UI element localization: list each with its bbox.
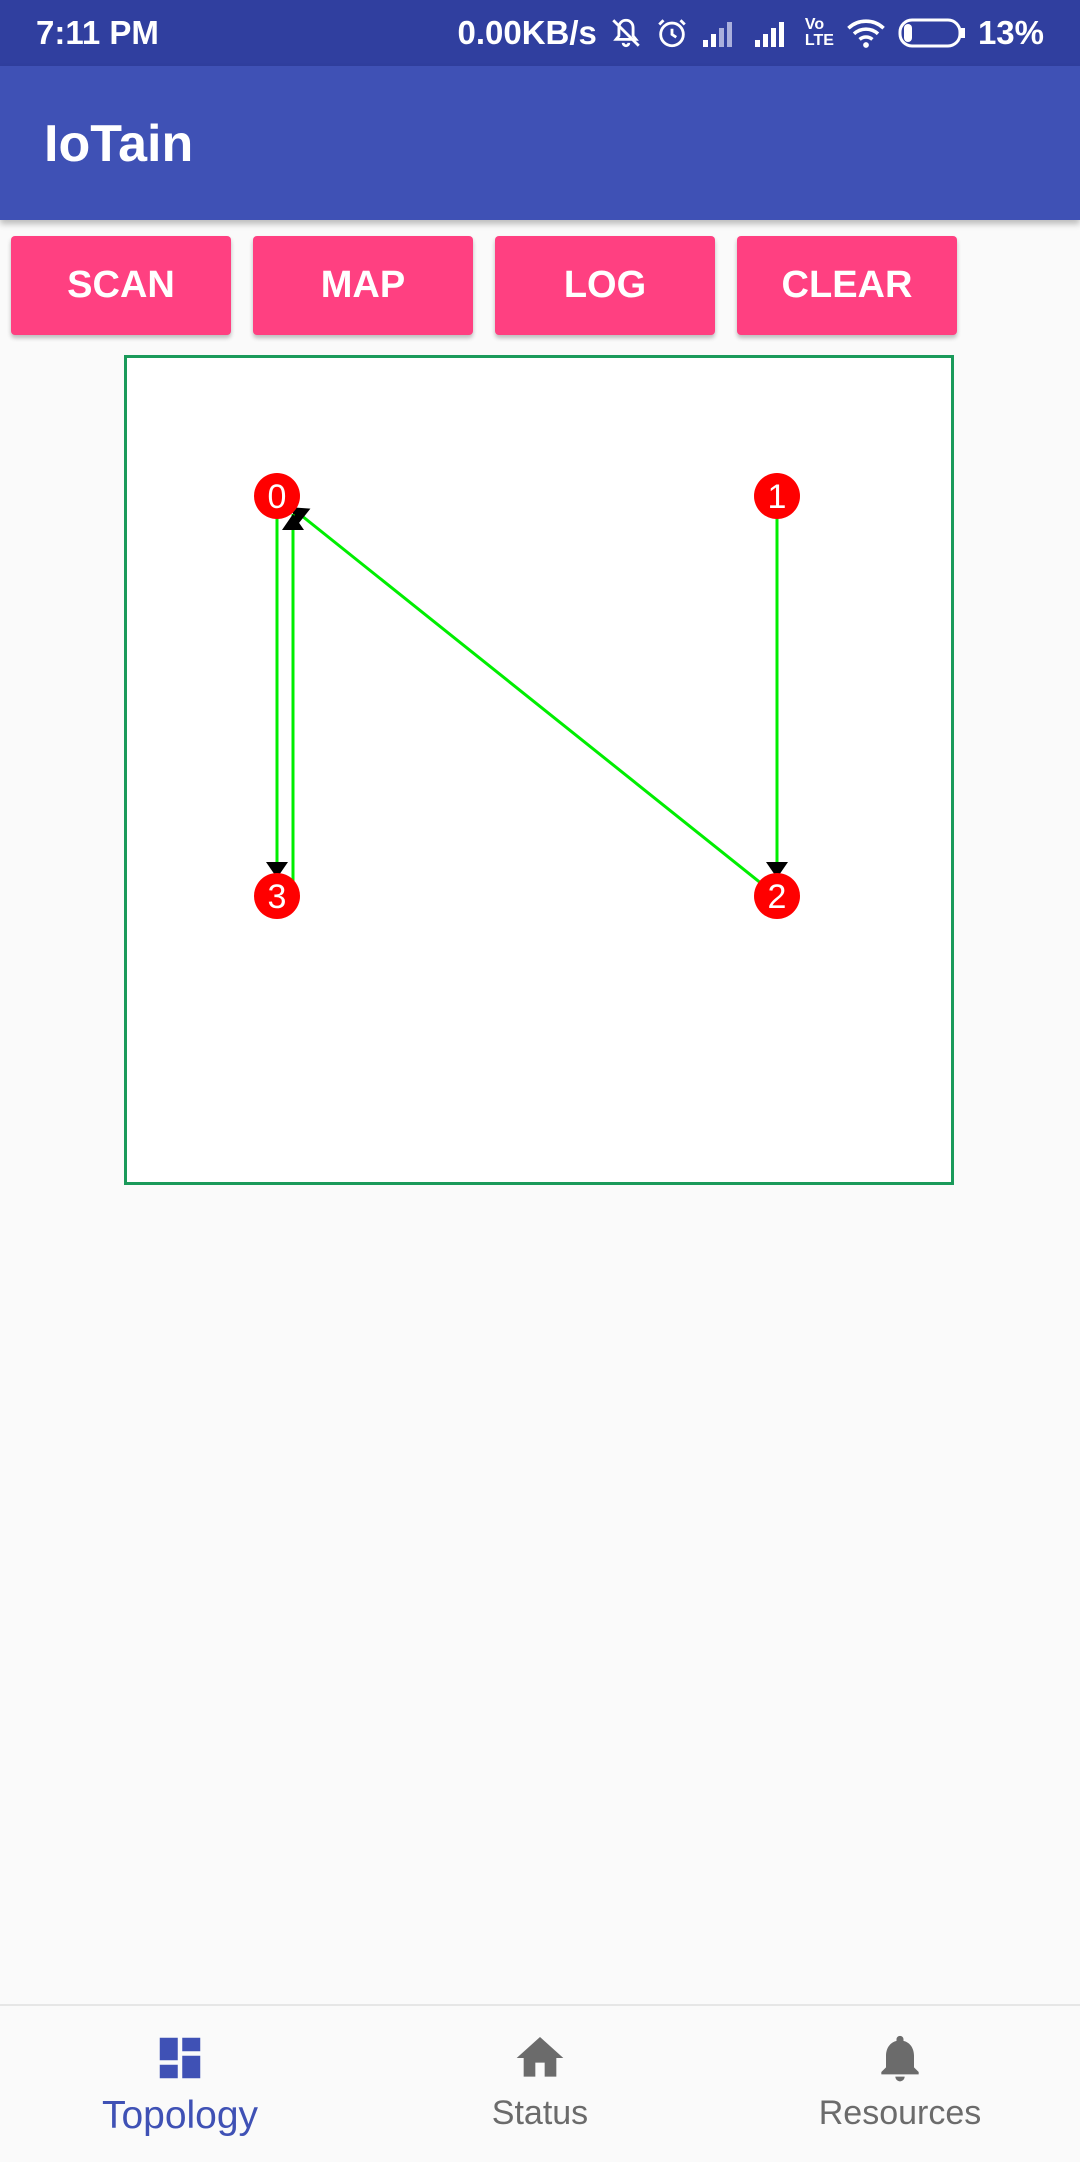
log-button[interactable]: LOG [495,236,715,335]
bottom-navigation: Topology Status Resources [0,2004,1080,2162]
alarm-icon [655,16,689,50]
link-2-0 [290,506,778,898]
battery-percent: 13% [977,14,1044,51]
node-label: 2 [768,878,787,916]
volte-icon: Vo LTE [805,17,834,49]
battery-icon [898,17,966,49]
wifi-icon [846,17,886,49]
nav-item-resources[interactable]: Resources [720,2006,1080,2162]
net-speed: 0.00KB/s [457,14,597,51]
topology-graph: 0 1 2 3 [254,473,800,919]
dashboard-icon [153,2030,207,2086]
node-1[interactable]: 1 [754,473,800,519]
volte-text-top: Vo [804,16,825,33]
node-0[interactable]: 0 [254,473,300,519]
home-icon [512,2030,568,2086]
nav-item-topology[interactable]: Topology [0,2006,360,2162]
signal-icon [701,18,741,48]
node-label: 0 [268,478,287,516]
scan-button[interactable]: SCAN [11,236,231,335]
volte-text-bottom: LTE [804,32,834,49]
clear-button[interactable]: CLEAR [737,236,957,335]
status-time: 7:11 PM [36,14,159,51]
map-button[interactable]: MAP [253,236,473,335]
nav-item-status[interactable]: Status [360,2006,720,2162]
bell-icon [872,2030,928,2086]
node-2[interactable]: 2 [754,873,800,919]
topology-canvas[interactable]: 0 1 2 3 [124,355,954,1185]
signal-icon [753,18,793,48]
node-label: 1 [768,478,787,516]
nav-label-topology: Topology [101,2094,259,2137]
nav-label-status: Status [491,2094,589,2132]
status-icons: 0.00KB/s Vo LTE 13% [457,14,1044,52]
nav-label-resources: Resources [818,2094,982,2132]
node-label: 3 [268,878,287,916]
app-bar: IoTain [0,66,1080,220]
mute-bell-icon [609,16,643,50]
node-3[interactable]: 3 [254,873,300,919]
status-bar: 7:11 PM 0.00KB/s Vo LTE 13% [0,0,1080,66]
app-title: IoTain [44,115,194,173]
